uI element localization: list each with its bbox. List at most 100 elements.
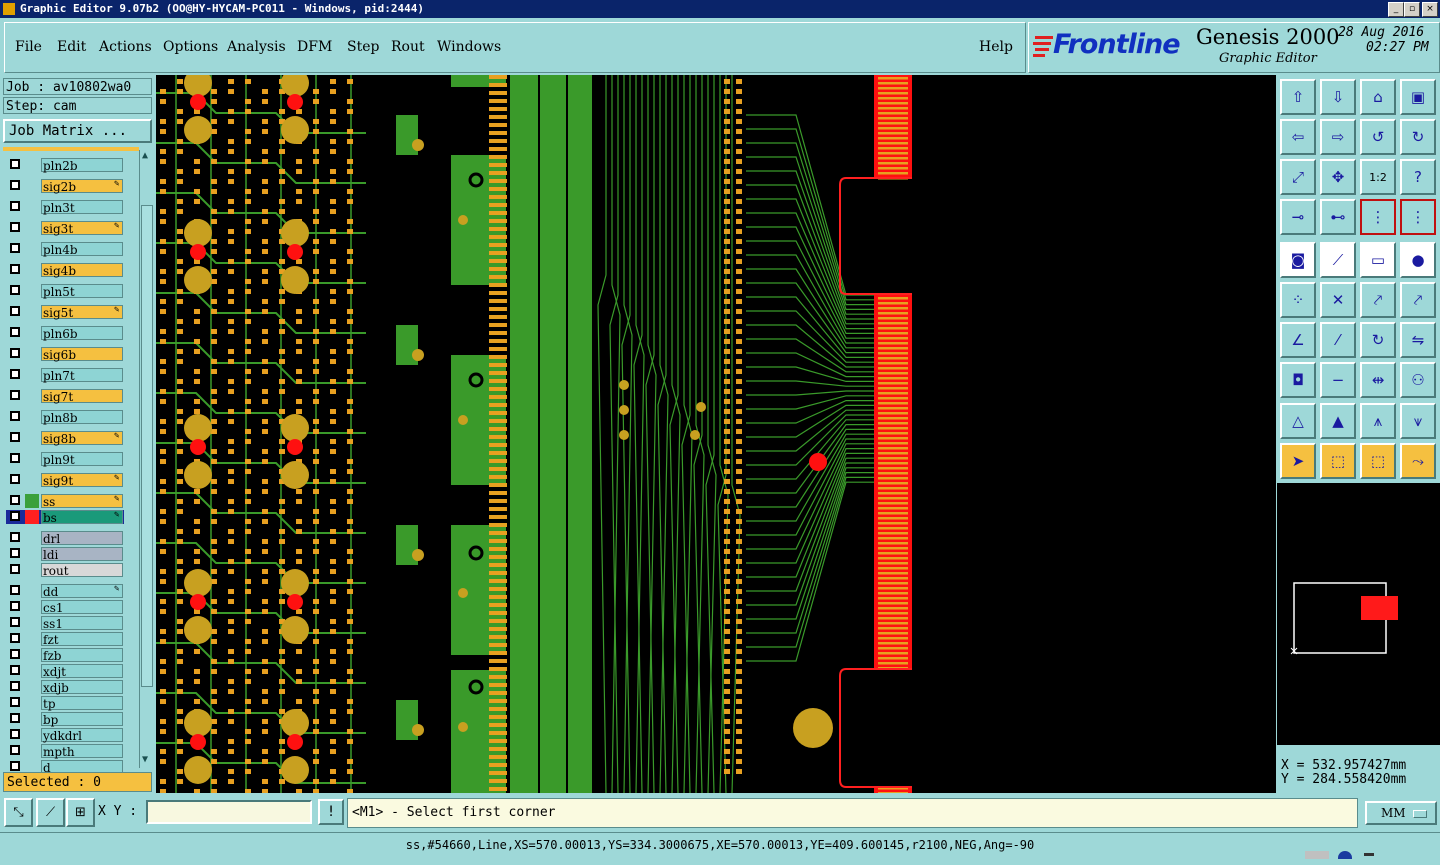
zoom-fit-icon[interactable]: ⤢ [1280,159,1316,195]
layer-row-rout[interactable]: rout [6,563,124,578]
layer-checkbox[interactable] [10,585,20,595]
menu-dfm[interactable]: DFM [297,39,332,55]
layer-name[interactable]: pln2b [41,158,123,173]
layer-checkbox[interactable] [10,713,20,723]
layer-row-sig6b[interactable]: sig6b [6,347,124,362]
layer-checkbox[interactable] [10,264,20,274]
layer-name[interactable]: fzb [41,648,123,663]
layer-name[interactable]: ydkdrl [41,728,123,743]
layer-name[interactable]: fzt [41,632,123,647]
redo-icon[interactable]: ↻ [1400,119,1436,155]
slant-icon[interactable]: ⁄ [1320,322,1356,358]
layer-name[interactable]: xdjt [41,664,123,679]
layer-row-xdjt[interactable]: xdjt [6,664,124,679]
maximize-button[interactable]: ▫ [1404,2,1420,17]
probe-icon[interactable]: ⊷ [1320,199,1356,235]
resize-icon[interactable]: ⇹ [1360,362,1396,398]
layer-row-pln8b[interactable]: pln8b [6,410,124,425]
window-icon[interactable]: ▣ [1400,79,1436,115]
menu-options[interactable]: Options [163,39,218,55]
rotate-icon[interactable]: ↻ [1360,322,1396,358]
layer-row-ldi[interactable]: ldi [6,547,124,562]
layer-checkbox[interactable] [10,548,20,558]
netlist-icon[interactable]: ⋮ [1360,199,1396,235]
layer-checkbox[interactable] [10,222,20,232]
measure-icon[interactable]: ⊸ [1280,199,1316,235]
layer-name[interactable]: cs1 [41,600,123,615]
layer-checkbox[interactable] [10,243,20,253]
layer-checkbox[interactable] [10,681,20,691]
triangle-icon[interactable]: △ [1280,403,1316,439]
home-down-icon[interactable]: ⇩ [1320,79,1356,115]
layer-name[interactable]: sig3t [41,221,123,236]
layer-row-bs[interactable]: bs ✎ [6,510,124,525]
layer-row-drl[interactable]: drl [6,531,124,546]
layer-row-fzb[interactable]: fzb [6,648,124,663]
layer-name[interactable]: bp [41,712,123,727]
minimize-button[interactable]: _ [1388,2,1404,17]
close-button[interactable]: × [1422,2,1438,17]
home-up-icon[interactable]: ⇧ [1280,79,1316,115]
layer-row-tp[interactable]: tp [6,696,124,711]
layer-row-pln9t[interactable]: pln9t [6,452,124,467]
layer-name[interactable]: ss1 [41,616,123,631]
ruler-icon[interactable]: ▭ [1360,242,1396,278]
zoom-area-icon[interactable]: ⤡ [4,798,33,827]
mirror-icon[interactable]: ⇋ [1400,322,1436,358]
netlist-alt-icon[interactable]: ⋮ [1400,199,1436,235]
connect-alt-icon[interactable]: ⤤ [1400,282,1436,318]
minimize-icon[interactable] [1364,853,1374,856]
layer-name[interactable]: sig9t [41,473,123,488]
grid-icon[interactable]: ⊞ [66,798,95,827]
select-icon[interactable]: ➤ [1280,443,1316,479]
layer-row-ydkdrl[interactable]: ydkdrl [6,728,124,743]
layer-checkbox[interactable] [10,348,20,358]
layer-row-pln5t[interactable]: pln5t [6,284,124,299]
layer-name[interactable]: pln6b [41,326,123,341]
layer-row-pln2b[interactable]: pln2b [6,158,124,173]
layer-name[interactable]: pln5t [41,284,123,299]
layer-checkbox[interactable] [10,285,20,295]
menu-edit[interactable]: Edit [57,39,86,55]
layer-row-sig4b[interactable]: sig4b [6,263,124,278]
layer-row-sig7t[interactable]: sig7t [6,389,124,404]
layer-checkbox[interactable] [10,665,20,675]
menu-windows[interactable]: Windows [437,39,501,55]
layer-row-sig9t[interactable]: sig9t ✎ [6,473,124,488]
overview-map[interactable] [1277,483,1440,745]
scroll-up-icon[interactable]: ▲ [142,150,148,161]
layer-row-fzt[interactable]: fzt [6,632,124,647]
layer-checkbox[interactable] [10,745,20,755]
pan-left-icon[interactable]: ⇦ [1280,119,1316,155]
layer-name[interactable]: sig7t [41,389,123,404]
layer-row-pln3t[interactable]: pln3t [6,200,124,215]
layer-name[interactable]: sig5t [41,305,123,320]
select-net-icon[interactable]: ⬚ [1360,443,1396,479]
layer-checkbox[interactable] [10,411,20,421]
layer-checkbox[interactable] [10,369,20,379]
zoom-one-icon[interactable]: 1:2 [1360,159,1396,195]
scroll-thumb[interactable] [141,205,153,687]
drill-hit-icon[interactable]: ● [1400,242,1436,278]
layer-name[interactable]: tp [41,696,123,711]
layer-row-sig3t[interactable]: sig3t ✎ [6,221,124,236]
triangle-alt-icon[interactable]: ▲ [1320,403,1356,439]
menu-help[interactable]: Help [979,39,1013,55]
layer-checkbox[interactable] [10,617,20,627]
layer-name[interactable]: ss [41,494,123,509]
layer-name[interactable]: sig4b [41,263,123,278]
layer-color-swatch[interactable] [25,494,39,508]
layer-checkbox[interactable] [10,495,20,505]
split-icon[interactable]: − [1320,362,1356,398]
menu-rout[interactable]: Rout [391,39,425,55]
menu-file[interactable]: File [15,39,42,55]
layer-name[interactable]: pln4b [41,242,123,257]
layer-checkbox[interactable] [10,761,20,771]
graphic-canvas[interactable] [156,75,1276,793]
layer-name[interactable]: pln3t [41,200,123,215]
help-icon[interactable] [1338,851,1352,859]
layer-name[interactable]: pln7t [41,368,123,383]
layer-checkbox[interactable] [10,474,20,484]
xy-input[interactable] [146,800,312,824]
layer-checkbox[interactable] [10,159,20,169]
